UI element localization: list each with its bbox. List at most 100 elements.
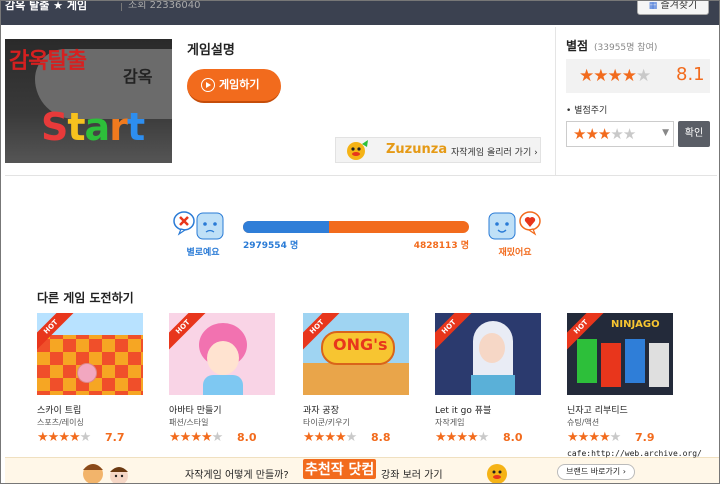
game-name[interactable]: 아바타 만들기 xyxy=(169,403,222,416)
game-card[interactable]: ONG's HOT 과자 공장 타이쿤/키우기 ★★★★★ 8.8 xyxy=(303,313,413,453)
vote-bad-button[interactable]: 별로예요 xyxy=(171,207,231,263)
dress xyxy=(471,375,515,395)
game-score: 8.8 xyxy=(371,431,391,444)
selected-stars: ★★★★★ xyxy=(573,125,636,143)
give-rating-label: • 별점주기 xyxy=(566,106,608,116)
ninja-white xyxy=(649,343,669,387)
average-score: 8.1 xyxy=(676,64,705,85)
game-category: 자작게임 xyxy=(435,418,465,427)
face xyxy=(479,333,505,363)
zuzunza-banner[interactable]: Zuzunza 자작게임 올리러 가기 › xyxy=(335,137,541,163)
mascot-icon xyxy=(487,464,507,483)
play-count: 조회 22336040 xyxy=(128,0,201,11)
game-card[interactable]: HOT 스카이 트립 스포츠/레이싱 ★★★★★ 7.7 xyxy=(37,313,147,453)
zuzunza-brand: Zuzunza xyxy=(386,142,448,157)
star-empty-icon: ★ xyxy=(636,66,651,86)
thumbnail-start-text: Start xyxy=(41,105,145,149)
game-stars: ★★★★★ xyxy=(37,430,92,445)
ball xyxy=(77,363,97,383)
thumbnail-title: 감옥탈출 xyxy=(9,49,87,74)
game-name[interactable]: 닌자고 리부티드 xyxy=(567,403,628,416)
star-filled-icon: ★ xyxy=(303,430,315,445)
star-filled-icon: ★ xyxy=(588,430,600,445)
ninja-blue xyxy=(625,339,645,383)
game-category: 슈팅/액션 xyxy=(567,418,600,427)
vote-good-button[interactable]: 재밌어요 xyxy=(485,207,545,263)
thumbnail-subtitle: 감옥 xyxy=(123,67,153,86)
game-stars: ★★★★★ xyxy=(303,430,358,445)
kids-illustration xyxy=(83,464,128,483)
mascot-icon xyxy=(347,140,368,160)
star-filled-icon: ★ xyxy=(324,430,336,445)
vote-progress-bar xyxy=(243,221,469,233)
play-game-label: 게임하기 xyxy=(219,78,260,91)
banner-text-2: 강좌 보러 가기 xyxy=(381,470,443,481)
rating-count: (33955명 참여) xyxy=(594,43,658,53)
rating-select[interactable]: ★★★★★ ▼ xyxy=(566,121,674,147)
play-icon xyxy=(201,78,215,92)
other-games-title: 다른 게임 도전하기 xyxy=(37,291,134,305)
star-filled-icon: ★ xyxy=(37,430,49,445)
chevron-down-icon: ▼ xyxy=(662,128,669,138)
star-filled-icon: ★ xyxy=(313,430,326,445)
dislike-icon xyxy=(173,211,224,240)
play-game-button[interactable]: 게임하기 xyxy=(187,69,281,103)
game-stars: ★★★★★ xyxy=(169,430,223,445)
vote-progress-fill xyxy=(243,221,330,233)
star-filled-icon: ★ xyxy=(58,430,70,445)
game-thumbnail[interactable]: 감옥탈출 감옥 Start xyxy=(5,39,172,163)
game-thumbnail-cookie-factory[interactable]: ONG's HOT xyxy=(303,313,409,395)
game-card[interactable]: HOT Let it go 퓨블 자작게임 ★★★★★ 8.0 xyxy=(435,313,545,453)
like-icon xyxy=(488,211,541,240)
star-filled-icon: ★ xyxy=(597,125,611,143)
game-title: 감옥 탈출 ★ 게임 xyxy=(5,0,88,12)
star-empty-icon: ★ xyxy=(610,125,623,143)
banner-highlight: 추천작 닷컴 xyxy=(303,459,377,479)
section-divider xyxy=(5,175,717,176)
vote-good-label: 재밌어요 xyxy=(498,248,532,258)
top-bar: 감옥 탈출 ★ 게임 조회 22336040 ▦ 즐겨찾기 xyxy=(1,0,719,25)
star-filled-icon: ★ xyxy=(334,430,347,445)
average-stars: ★★★★★ xyxy=(579,66,651,86)
game-thumbnail-let-it-go[interactable]: HOT xyxy=(435,313,541,395)
game-category: 스포츠/레이싱 xyxy=(37,418,84,427)
game-score: 8.0 xyxy=(503,431,523,444)
star-empty-icon: ★ xyxy=(609,430,622,445)
good-vote-count: 4828113 명 xyxy=(413,241,469,251)
star-filled-icon: ★ xyxy=(169,430,181,445)
star-filled-icon: ★ xyxy=(573,125,586,143)
star-filled-icon: ★ xyxy=(577,430,590,445)
game-thumbnail-sky-trip[interactable]: HOT xyxy=(37,313,143,395)
favorite-label: 즐겨찾기 xyxy=(660,0,698,11)
game-name[interactable]: 과자 공장 xyxy=(303,403,339,416)
game-page: 감옥 탈출 ★ 게임 조회 22336040 ▦ 즐겨찾기 감옥탈출 감옥 St… xyxy=(0,0,720,484)
vote-bad-label: 별로예요 xyxy=(186,248,220,258)
star-filled-icon: ★ xyxy=(466,430,479,445)
game-name[interactable]: 스카이 트립 xyxy=(37,403,81,416)
game-score: 7.7 xyxy=(105,431,125,444)
star-empty-icon: ★ xyxy=(622,125,636,143)
confirm-rating-button[interactable]: 확인 xyxy=(678,121,710,147)
watermark: cafe:http://web.archive.org/ xyxy=(567,449,702,458)
star-empty-icon: ★ xyxy=(477,430,490,445)
star-filled-icon: ★ xyxy=(68,430,81,445)
star-empty-icon: ★ xyxy=(345,430,358,445)
game-card[interactable]: HOT 아바타 만들기 패션/스타일 ★★★★★ 8.0 xyxy=(169,313,279,453)
floor xyxy=(303,363,409,395)
description-title: 게임설명 xyxy=(187,43,235,58)
grid-icon: ▦ xyxy=(648,1,658,11)
game-thumbnail-avatar[interactable]: HOT xyxy=(169,313,275,395)
upload-game-link: 자작게임 올리러 가기 › xyxy=(451,148,538,158)
favorite-button[interactable]: ▦ 즐겨찾기 xyxy=(637,0,709,15)
bottom-banner[interactable]: 자작게임 어떻게 만들까? 추천작 닷컴 강좌 보러 가기 브랜드 바로가기 › xyxy=(5,457,719,483)
body xyxy=(203,375,243,395)
game-thumbnail-ninjago[interactable]: NINJAGO HOT xyxy=(567,313,673,395)
divider xyxy=(121,3,122,11)
hot-badge: HOT xyxy=(435,313,475,353)
rating-panel: 별점 (33955명 참여) ★★★★★ 8.1 • 별점주기 ★★★★★ ▼ … xyxy=(555,27,719,175)
star-filled-icon: ★ xyxy=(456,430,468,445)
star-empty-icon: ★ xyxy=(79,430,92,445)
brand-link-button[interactable]: 브랜드 바로가기 › xyxy=(557,464,635,480)
game-card[interactable]: NINJAGO HOT 닌자고 리부티드 슈팅/액션 ★★★★★ 7.9 xyxy=(567,313,677,453)
game-name[interactable]: Let it go 퓨블 xyxy=(435,403,491,416)
